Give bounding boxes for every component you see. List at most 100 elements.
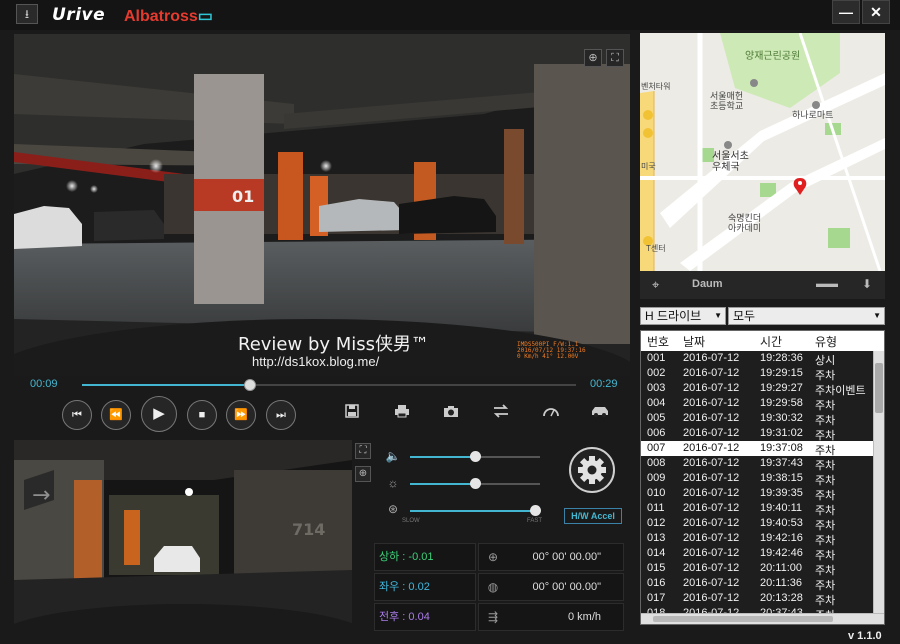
fast-forward-button[interactable]: ⏩: [226, 400, 256, 430]
map-label-tower: T센터: [646, 244, 666, 253]
header-type[interactable]: 유형: [815, 333, 837, 350]
table-row[interactable]: 013 2016-07-12 19:42:16 주차: [641, 531, 873, 547]
drive-select[interactable]: H 드라이브 ▼: [640, 307, 726, 325]
download-icon[interactable]: ⭳: [16, 4, 38, 24]
swap-icon[interactable]: [490, 404, 512, 424]
brightness-slider-handle[interactable]: [470, 478, 481, 489]
timeline-handle[interactable]: [243, 379, 256, 391]
rear-garage-scene: → 714: [14, 440, 352, 630]
cell-number: 005: [647, 412, 666, 424]
cell-time: 19:37:43: [760, 457, 803, 469]
cell-date: 2016-07-12: [683, 592, 740, 604]
cell-number: 004: [647, 397, 666, 409]
street-map: [640, 33, 885, 271]
cell-number: 007: [647, 442, 666, 454]
cell-date: 2016-07-12: [683, 382, 740, 394]
settings-gear-icon[interactable]: [569, 447, 615, 493]
parking-garage-scene: 01: [14, 34, 630, 376]
map-label-park: 양재근린공원: [745, 51, 801, 62]
table-row[interactable]: 008 2016-07-12 19:37:43 주차: [641, 456, 873, 472]
table-row[interactable]: 015 2016-07-12 20:11:00 주차: [641, 561, 873, 577]
vertical-scrollbar[interactable]: [873, 351, 884, 613]
cell-number: 009: [647, 472, 666, 484]
speed-slider-handle[interactable]: [529, 505, 541, 516]
skip-last-button[interactable]: ⏭: [266, 400, 296, 430]
table-row[interactable]: 003 2016-07-12 19:29:27 주차이벤트: [641, 381, 873, 397]
cell-date: 2016-07-12: [683, 397, 740, 409]
rear-zoom-in-icon[interactable]: ⊕: [355, 466, 371, 482]
rewind-button[interactable]: ⏪: [101, 400, 131, 430]
table-row[interactable]: 004 2016-07-12 19:29:58 주차: [641, 396, 873, 412]
play-button[interactable]: ▶: [141, 396, 177, 432]
horizontal-scroll-thumb[interactable]: [653, 616, 833, 622]
horizontal-scrollbar[interactable]: [641, 613, 884, 624]
table-row[interactable]: 014 2016-07-12 19:42:46 주차: [641, 546, 873, 562]
table-row[interactable]: 002 2016-07-12 19:29:15 주차: [641, 366, 873, 382]
cell-number: 010: [647, 487, 666, 499]
table-row[interactable]: 007 2016-07-12 19:37:08 주차: [641, 441, 873, 457]
map-label-mart: 하나로마트: [792, 110, 834, 120]
map-label-school: 서울매헌 초등학교: [710, 91, 744, 111]
event-list-body: 001 2016-07-12 19:28:36 상시 002 2016-07-12 19:2…: [641, 351, 873, 622]
table-row[interactable]: 016 2016-07-12 20:11:36 주차: [641, 576, 873, 592]
print-icon[interactable]: [391, 404, 413, 424]
cell-time: 19:31:02: [760, 427, 803, 439]
cell-time: 19:39:35: [760, 487, 803, 499]
speedometer-icon[interactable]: [540, 404, 562, 424]
cell-date: 2016-07-12: [683, 472, 740, 484]
cell-time: 19:42:46: [760, 547, 803, 559]
cell-time: 19:30:32: [760, 412, 803, 424]
table-row[interactable]: 017 2016-07-12 20:13:28 주차: [641, 591, 873, 607]
map-label-venture: 벤처타워: [641, 82, 671, 91]
front-video-view[interactable]: 01 ⊕ ⛶ Review by Miss侠男™ http://ds1kox.b…: [14, 34, 630, 376]
vertical-scroll-thumb[interactable]: [875, 363, 883, 413]
table-row[interactable]: 012 2016-07-12 19:40:53 주차: [641, 516, 873, 532]
brand-urive-logo: Urive: [52, 5, 106, 25]
stop-button[interactable]: ■: [187, 400, 217, 430]
g-sensor-frontback: 전후 : 0.04: [374, 603, 476, 631]
map-car-icon[interactable]: ▬▬: [816, 278, 838, 290]
cell-date: 2016-07-12: [683, 427, 740, 439]
camera-icon[interactable]: [440, 404, 462, 424]
table-row[interactable]: 009 2016-07-12 19:38:15 주차: [641, 471, 873, 487]
table-row[interactable]: 011 2016-07-12 19:40:11 주차: [641, 501, 873, 517]
header-number[interactable]: 번호: [647, 333, 669, 350]
header-time[interactable]: 시간: [760, 333, 782, 350]
brightness-icon: ☼: [387, 476, 399, 490]
table-row[interactable]: 005 2016-07-12 19:30:32 주차: [641, 411, 873, 427]
cell-date: 2016-07-12: [683, 412, 740, 424]
map-label-left: 미국: [641, 162, 656, 171]
event-type-select[interactable]: 모두 ▼: [728, 307, 885, 325]
header-date[interactable]: 날짜: [683, 333, 705, 350]
car-icon[interactable]: [589, 404, 611, 424]
total-time: 00:29: [590, 378, 618, 390]
event-list[interactable]: 번호 날짜 시간 유형 001 2016-07-12 19:28:36 상시 002 20…: [640, 330, 885, 625]
cell-date: 2016-07-12: [683, 517, 740, 529]
cell-time: 19:40:11: [760, 502, 803, 514]
speed-slider-fill: [410, 510, 535, 512]
close-button[interactable]: ✕: [862, 0, 890, 24]
rear-fullscreen-icon[interactable]: ⛶: [355, 443, 371, 459]
rear-pillar-number: 714: [292, 520, 325, 539]
table-row[interactable]: 010 2016-07-12 19:39:35 주차: [641, 486, 873, 502]
volume-slider-handle[interactable]: [470, 451, 481, 462]
location-pin-icon[interactable]: ⌖: [652, 277, 659, 293]
skip-first-button[interactable]: ⏮: [62, 400, 92, 430]
cell-number: 014: [647, 547, 666, 559]
minimize-button[interactable]: —: [832, 0, 860, 24]
hw-accel-button[interactable]: H/W Accel: [564, 508, 622, 524]
rear-video-view[interactable]: → 714: [14, 440, 352, 630]
cell-date: 2016-07-12: [683, 457, 740, 469]
table-row[interactable]: 001 2016-07-12 19:28:36 상시: [641, 351, 873, 367]
cell-time: 19:28:36: [760, 352, 803, 364]
cell-date: 2016-07-12: [683, 367, 740, 379]
map-view[interactable]: 양재근린공원 서울매헌 초등학교 하나로마트 서울서초 우체국 숙명킨더 아카데…: [640, 33, 885, 271]
watermark-review: Review by Miss侠男™: [238, 334, 430, 355]
map-download-icon[interactable]: ⬇: [862, 277, 872, 291]
zoom-in-icon[interactable]: ⊕: [584, 49, 602, 67]
table-row[interactable]: 006 2016-07-12 19:31:02 주차: [641, 426, 873, 442]
event-list-header: 번호 날짜 시간 유형: [641, 331, 884, 351]
speed-icon: ⊛: [387, 502, 399, 516]
fullscreen-icon[interactable]: ⛶: [606, 49, 624, 67]
save-icon[interactable]: [341, 404, 363, 424]
